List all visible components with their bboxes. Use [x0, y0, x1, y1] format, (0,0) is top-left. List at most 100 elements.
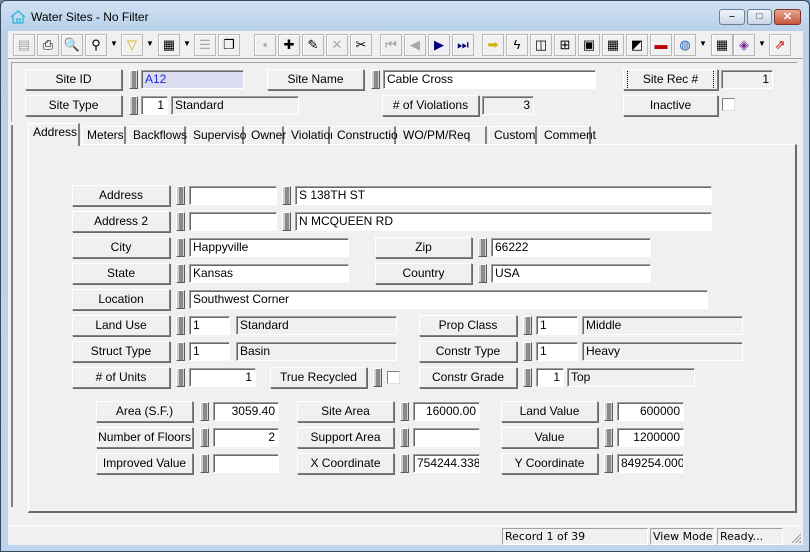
globe-search-button[interactable]: ◍: [674, 34, 696, 56]
report-dropdown[interactable]: ▼: [181, 34, 193, 56]
inactive-checkbox[interactable]: [722, 98, 735, 111]
minimize-button[interactable]: –: [719, 9, 745, 25]
tab-supervisor[interactable]: Supervisor: [188, 126, 250, 145]
last-record-button[interactable]: ⏭: [452, 34, 474, 56]
save-button[interactable]: ▪: [254, 34, 276, 56]
y-coord-marker[interactable]: [604, 454, 613, 473]
map-button[interactable]: ◩: [626, 34, 648, 56]
report-button[interactable]: ▦: [158, 34, 180, 56]
improved-value-value-field[interactable]: [213, 454, 279, 473]
site-id-marker[interactable]: [129, 70, 138, 89]
city-marker[interactable]: [176, 238, 185, 257]
form-view-button[interactable]: ▤: [13, 34, 35, 56]
find-button[interactable]: ⚲: [85, 34, 107, 56]
tab-meters[interactable]: Meters: [82, 126, 126, 145]
next-record-button[interactable]: ▶: [428, 34, 450, 56]
site-area-value-field[interactable]: 16000.00: [413, 402, 480, 421]
struct-type-button[interactable]: Struct Type: [72, 341, 170, 362]
add-record-button[interactable]: ✚: [278, 34, 300, 56]
copy-record-button[interactable]: ❐: [218, 34, 240, 56]
land-value-marker[interactable]: [604, 402, 613, 421]
site-name-button[interactable]: Site Name: [267, 69, 364, 90]
land-use-code-field[interactable]: 1: [189, 316, 230, 335]
support-area-value-field[interactable]: [413, 428, 480, 447]
true-recycled-marker[interactable]: [373, 368, 382, 387]
constr-grade-marker[interactable]: [523, 368, 532, 387]
address2-street-field[interactable]: N MCQUEEN RD: [295, 212, 712, 231]
area-button[interactable]: Area (S.F.): [96, 401, 193, 422]
constr-type-code-field[interactable]: 1: [536, 342, 578, 361]
delete-button[interactable]: ✕: [326, 34, 348, 56]
tab-construction[interactable]: Construction: [332, 126, 404, 145]
inactive-button[interactable]: Inactive: [623, 95, 718, 116]
tab-custom[interactable]: Custom: [489, 126, 537, 145]
support-area-marker[interactable]: [400, 428, 409, 447]
address-button[interactable]: Address: [72, 185, 170, 206]
edit-button[interactable]: ✎: [302, 34, 324, 56]
exit-button[interactable]: ⇗: [769, 34, 791, 56]
area-marker[interactable]: [200, 402, 209, 421]
globe-search-dropdown[interactable]: ▼: [697, 34, 709, 56]
floors-value-field[interactable]: 2: [213, 428, 279, 447]
tab-comment[interactable]: Comment: [539, 126, 596, 145]
prop-class-button[interactable]: Prop Class: [419, 315, 517, 336]
address2-button[interactable]: Address 2: [72, 211, 170, 232]
cut-button[interactable]: ✂: [350, 34, 372, 56]
land-use-marker[interactable]: [176, 316, 185, 335]
site-id-field[interactable]: A12: [141, 70, 244, 89]
previous-record-button[interactable]: ◀: [404, 34, 426, 56]
x-coord-value-field[interactable]: 754244.3382: [413, 454, 480, 473]
city-value-field[interactable]: Happyville: [189, 238, 349, 257]
spreadsheet-button[interactable]: ▦: [711, 34, 733, 56]
land-value-value-field[interactable]: 600000: [617, 402, 684, 421]
site-area-marker[interactable]: [400, 402, 409, 421]
floors-marker[interactable]: [200, 428, 209, 447]
close-button[interactable]: ✕: [774, 9, 801, 25]
help-book-dropdown[interactable]: ▼: [756, 34, 768, 56]
address-street-field[interactable]: S 138TH ST: [295, 186, 712, 205]
filter-button[interactable]: ▽: [121, 34, 143, 56]
address-number-marker[interactable]: [176, 186, 185, 205]
address-street-marker[interactable]: [282, 186, 291, 205]
constr-grade-code-field[interactable]: 1: [536, 368, 564, 387]
quick-action-button[interactable]: ϟ: [506, 34, 528, 56]
constr-grade-button[interactable]: Constr Grade: [419, 367, 517, 388]
units-marker[interactable]: [176, 368, 185, 387]
filter-dropdown[interactable]: ▼: [144, 34, 156, 56]
value-button[interactable]: Value: [501, 427, 598, 448]
country-value-field[interactable]: USA: [491, 264, 651, 283]
tab-owner[interactable]: Owner: [246, 126, 286, 145]
true-recycled-button[interactable]: True Recycled: [270, 367, 367, 388]
site-type-button[interactable]: Site Type: [25, 95, 122, 116]
value-value-field[interactable]: 1200000: [617, 428, 684, 447]
address2-number-field[interactable]: [189, 212, 277, 231]
resize-grip-icon[interactable]: [790, 532, 801, 543]
units-button[interactable]: # of Units: [72, 367, 170, 388]
land-value-button[interactable]: Land Value: [501, 401, 598, 422]
site-name-marker[interactable]: [371, 70, 380, 89]
site-type-code-field[interactable]: 1: [141, 96, 168, 115]
struct-type-marker[interactable]: [176, 342, 185, 361]
address2-number-marker[interactable]: [176, 212, 185, 231]
print-preview-button[interactable]: 🔍: [61, 34, 83, 56]
country-marker[interactable]: [478, 264, 487, 283]
layers-button[interactable]: ◫: [530, 34, 552, 56]
hierarchy-button[interactable]: ⊞: [554, 34, 576, 56]
prop-class-marker[interactable]: [523, 316, 532, 335]
site-name-field[interactable]: Cable Cross: [383, 70, 596, 89]
calculator-button[interactable]: ▦: [602, 34, 624, 56]
location-value-field[interactable]: Southwest Corner: [189, 290, 708, 309]
help-book-button[interactable]: ◈: [733, 34, 755, 56]
area-value-field[interactable]: 3059.40: [213, 402, 279, 421]
site-id-button[interactable]: Site ID: [25, 69, 122, 90]
location-button[interactable]: Location: [72, 289, 170, 310]
y-coord-button[interactable]: Y Coordinate: [501, 453, 598, 474]
equipment-button[interactable]: ▣: [578, 34, 600, 56]
city-button[interactable]: City: [72, 237, 170, 258]
support-area-button[interactable]: Support Area: [297, 427, 394, 448]
constr-type-button[interactable]: Constr Type: [419, 341, 517, 362]
tab-violation[interactable]: Violation: [286, 126, 337, 145]
tab-address[interactable]: Address: [28, 123, 80, 146]
x-coord-button[interactable]: X Coordinate: [297, 453, 394, 474]
maximize-button[interactable]: □: [747, 9, 772, 25]
